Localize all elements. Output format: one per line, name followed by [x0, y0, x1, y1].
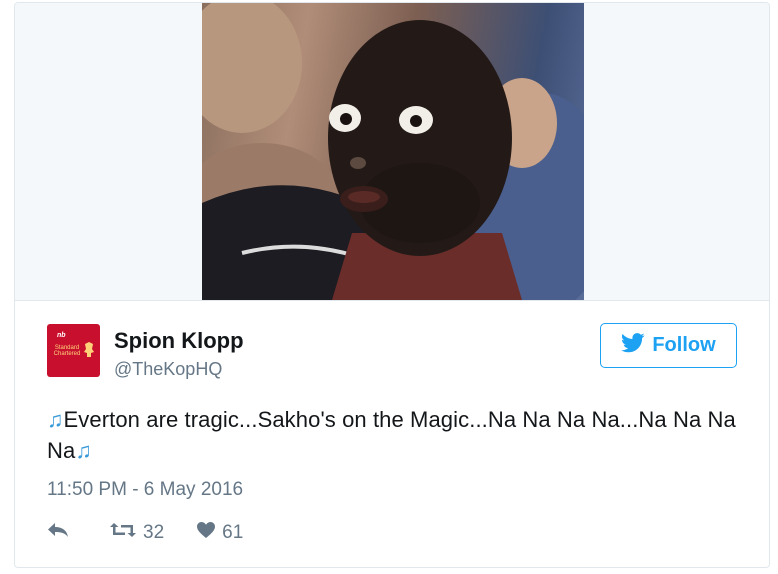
- music-note-icon: ♫: [47, 407, 63, 432]
- tweet-timestamp[interactable]: 11:50 PM - 6 May 2016: [47, 479, 243, 501]
- author-name[interactable]: Spion Klopp: [114, 328, 244, 354]
- tweet-card: nb Standard Chartered Spion Klopp @TheKo…: [14, 2, 770, 568]
- reply-button[interactable]: [47, 522, 69, 544]
- avatar-sponsor-text: Standard Chartered: [53, 345, 81, 357]
- new-balance-logo-icon: nb: [57, 332, 66, 339]
- follow-button-label: Follow: [652, 334, 716, 356]
- music-note-icon: ♫: [75, 438, 91, 463]
- tweet-photo[interactable]: [202, 3, 584, 300]
- like-count: 61: [222, 522, 244, 543]
- like-button[interactable]: 61: [196, 521, 243, 545]
- tweet-actions: 32 61: [47, 519, 243, 547]
- tweet-body: Everton are tragic...Sakho's on the Magi…: [47, 407, 736, 463]
- tweet-text: ♫ Everton are tragic...Sakho's on the Mag…: [47, 404, 747, 466]
- follow-button[interactable]: Follow: [600, 323, 737, 368]
- twitter-bird-icon: [621, 333, 645, 358]
- author-handle[interactable]: @TheKopHQ: [114, 359, 222, 380]
- reply-icon: [47, 522, 69, 544]
- retweet-icon: [109, 521, 137, 545]
- liverbird-crest-icon: [83, 342, 95, 363]
- retweet-count: 32: [143, 522, 165, 543]
- heart-icon: [196, 521, 216, 545]
- author-avatar[interactable]: nb Standard Chartered: [47, 324, 100, 377]
- tweet-media-area: [15, 3, 769, 301]
- retweet-button[interactable]: 32: [109, 521, 164, 545]
